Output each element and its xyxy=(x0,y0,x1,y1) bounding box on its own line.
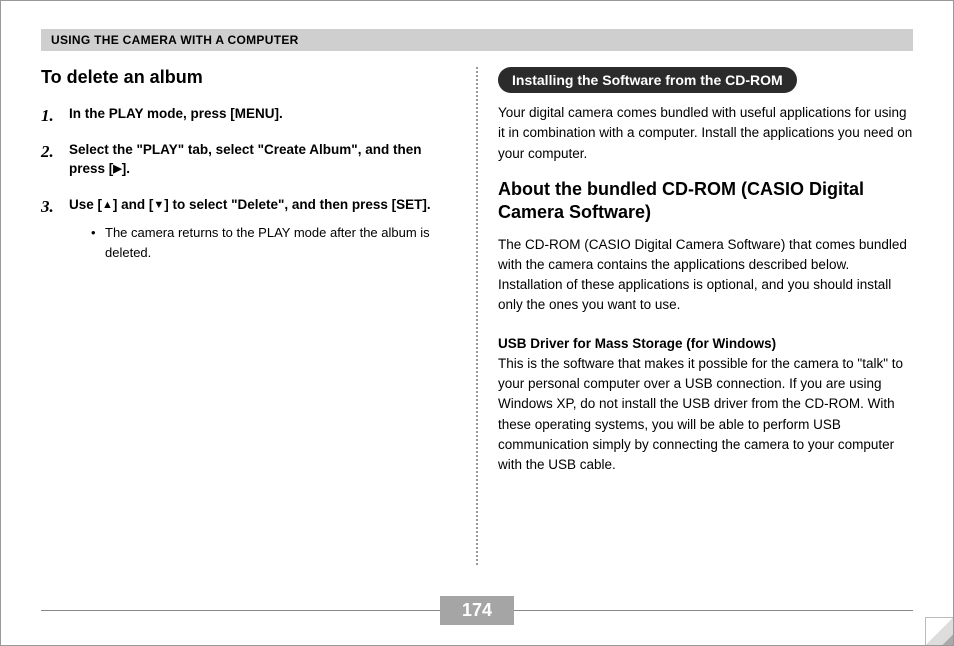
step-3-pre: Use [ xyxy=(69,197,102,212)
step-2-post: ]. xyxy=(122,161,130,176)
manual-page: USING THE CAMERA WITH A COMPUTER To dele… xyxy=(0,0,954,646)
page-curl-icon xyxy=(925,617,953,645)
usb-driver-title: USB Driver for Mass Storage (for Windows… xyxy=(498,334,913,354)
down-arrow-icon: ▼ xyxy=(153,198,164,214)
step-1-text: In the PLAY mode, press [MENU]. xyxy=(69,106,283,121)
section-pill: Installing the Software from the CD-ROM xyxy=(498,67,797,93)
left-heading: To delete an album xyxy=(41,67,456,88)
footer-rule-left xyxy=(41,610,440,611)
two-column-layout: To delete an album In the PLAY mode, pre… xyxy=(41,67,913,567)
up-arrow-icon: ▲ xyxy=(102,198,113,214)
step-2: Select the "PLAY" tab, select "Create Al… xyxy=(41,140,456,180)
play-right-icon: ▶ xyxy=(113,162,121,178)
page-number: 174 xyxy=(440,596,514,625)
left-column: To delete an album In the PLAY mode, pre… xyxy=(41,67,476,567)
chapter-header: USING THE CAMERA WITH A COMPUTER xyxy=(41,29,913,51)
cdrom-paragraph: The CD-ROM (CASIO Digital Camera Softwar… xyxy=(498,235,913,316)
footer-rule-right xyxy=(514,610,913,611)
step-3-note: The camera returns to the PLAY mode afte… xyxy=(69,223,456,262)
usb-driver-body: This is the software that makes it possi… xyxy=(498,354,913,476)
right-column: Installing the Software from the CD-ROM … xyxy=(478,67,913,567)
step-3-sublist: The camera returns to the PLAY mode afte… xyxy=(69,223,456,262)
step-1: In the PLAY mode, press [MENU]. xyxy=(41,104,456,124)
steps-list: In the PLAY mode, press [MENU]. Select t… xyxy=(41,104,456,262)
right-subheading: About the bundled CD-ROM (CASIO Digital … xyxy=(498,178,913,225)
step-3-mid: ] and [ xyxy=(113,197,154,212)
step-3: Use [▲] and [▼] to select "Delete", and … xyxy=(41,195,456,262)
step-3-post: ] to select "Delete", and then press [SE… xyxy=(164,197,430,212)
page-footer: 174 xyxy=(1,596,953,625)
intro-paragraph: Your digital camera comes bundled with u… xyxy=(498,103,913,164)
